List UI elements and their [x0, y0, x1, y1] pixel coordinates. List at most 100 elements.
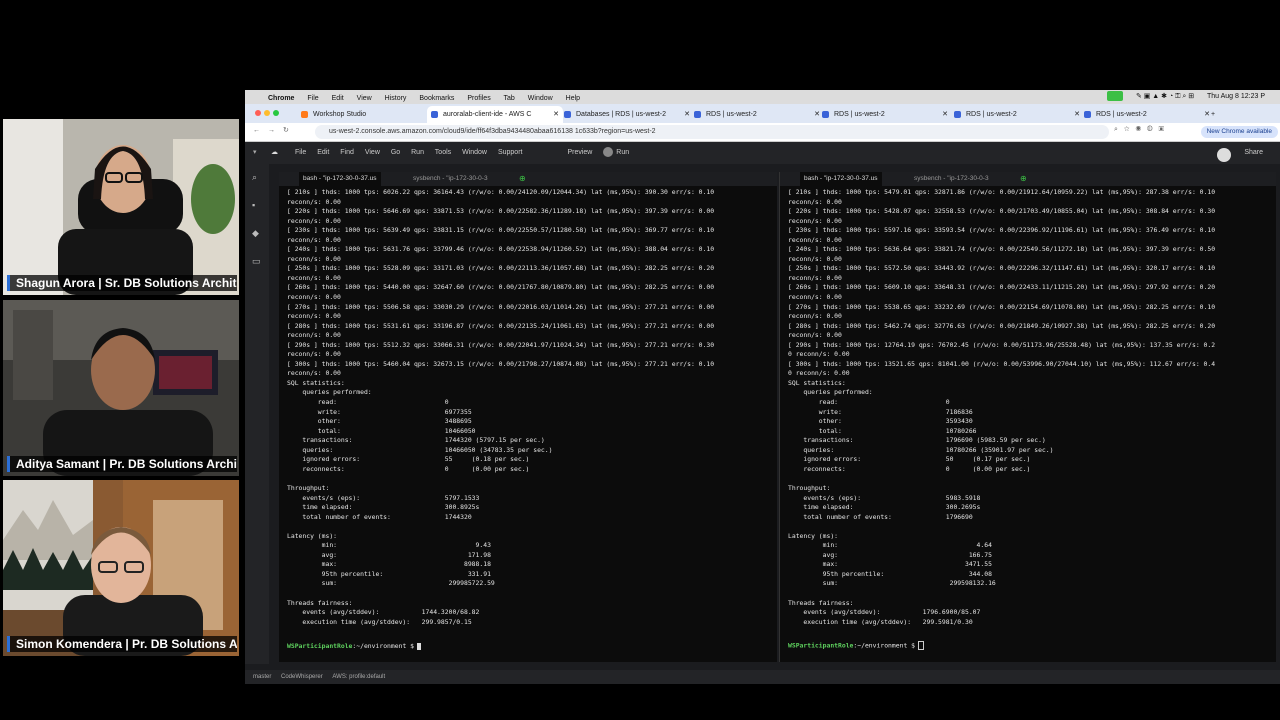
tab-title: RDS | us-west-2	[834, 111, 885, 118]
aws-profile-status[interactable]: AWS: profile:default	[332, 674, 385, 680]
files-icon[interactable]: ▪	[252, 200, 255, 210]
cursor	[416, 642, 421, 650]
git-branch[interactable]: master	[253, 674, 271, 680]
extension-icons[interactable]: ⌕☆◉◍▣	[1114, 126, 1170, 134]
terminal-tabs: bash - "ip-172-30-0-37.us sysbench - "ip…	[780, 172, 1276, 186]
menu-view[interactable]: View	[357, 95, 372, 102]
menu-profiles[interactable]: Profiles	[467, 95, 490, 102]
new-chrome-available-button[interactable]: New Chrome available	[1200, 126, 1278, 138]
menu-window[interactable]: Window	[528, 95, 553, 102]
ide-menu-find[interactable]: Find	[340, 149, 354, 156]
cloud9-ide: ▾ ☁ File Edit Find View Go Run Tools Win…	[245, 142, 1280, 684]
ide-menu-bar: ▾ ☁ File Edit Find View Go Run Tools Win…	[245, 142, 1280, 164]
browser-tab[interactable]: RDS | us-west-2 ✕	[1080, 106, 1214, 123]
workshop-favicon-icon	[301, 111, 308, 118]
new-terminal-icon[interactable]: ⊕	[1020, 172, 1027, 186]
terminal-prompt[interactable]: WSParticipantRole:~/environment $	[287, 642, 421, 650]
browser-tab[interactable]: RDS | us-west-2 ✕	[690, 106, 824, 123]
aws-favicon-icon	[1084, 111, 1091, 118]
terminal-tab-sysbench[interactable]: sysbench - "ip-172-30-0-3	[409, 172, 492, 186]
aws-icon[interactable]: ◆	[252, 228, 259, 239]
new-tab-button[interactable]: +	[1207, 106, 1231, 123]
aws-favicon-icon	[564, 111, 571, 118]
menu-bar-status: ✎ ▣ ▲ ✱ ◔ ⚿ ⌕ ⊞ Thu Aug 8 12:23 P	[1106, 90, 1276, 104]
address-bar-row: ←→↻ us-west-2.console.aws.amazon.com/clo…	[245, 123, 1280, 142]
preview-button[interactable]: Preview	[567, 149, 592, 156]
menu-history[interactable]: History	[385, 95, 407, 102]
zoom-window-icon[interactable]	[273, 110, 279, 116]
close-tab-icon[interactable]: ✕	[942, 106, 948, 123]
ide-menu-run[interactable]: Run	[411, 149, 424, 156]
collapse-icon[interactable]: ▾	[253, 142, 257, 164]
aws-favicon-icon	[954, 111, 961, 118]
browser-tab[interactable]: RDS | us-west-2 ✕	[818, 106, 952, 123]
tab-title: RDS | us-west-2	[706, 111, 757, 118]
menu-tab[interactable]: Tab	[504, 95, 515, 102]
nav-buttons[interactable]: ←→↻	[253, 126, 297, 134]
url-field[interactable]: us-west-2.console.aws.amazon.com/cloud9/…	[315, 125, 1109, 139]
video-call-icon[interactable]	[1106, 91, 1123, 102]
ide-menu-window[interactable]: Window	[462, 149, 487, 156]
minimize-window-icon[interactable]	[264, 110, 270, 116]
menu-file[interactable]: File	[307, 95, 318, 102]
debug-icon[interactable]: ▭	[252, 256, 261, 267]
terminal-prompt[interactable]: WSParticipantRole:~/environment $	[788, 641, 924, 650]
cursor	[917, 641, 924, 650]
terminal-output: [ 210s ] thds: 1000 tps: 6026.22 qps: 36…	[287, 188, 715, 626]
status-icons: ✎ ▣ ▲ ✱ ◔ ⚿ ⌕ ⊞	[1135, 93, 1195, 100]
browser-tab-active[interactable]: auroralab-client-ide - AWS C ✕	[427, 106, 563, 123]
menu-edit[interactable]: Edit	[332, 95, 344, 102]
participant-video-2	[3, 300, 239, 476]
tab-title: RDS | us-west-2	[966, 111, 1017, 118]
ide-menu-tools[interactable]: Tools	[435, 149, 451, 156]
codewhisperer-status[interactable]: CodeWhisperer	[281, 674, 323, 680]
tab-title: Databases | RDS | us-west-2	[576, 111, 667, 118]
tab-title: Workshop Studio	[313, 111, 367, 118]
terminal-tab-bash[interactable]: bash - "ip-172-30-0-37.us	[299, 172, 381, 186]
ide-sidebar: ⌕ ▪ ◆ ▭	[245, 164, 269, 664]
terminal-pane-left[interactable]: bash - "ip-172-30-0-37.us sysbench - "ip…	[279, 172, 777, 662]
terminal-tab-bash[interactable]: bash - "ip-172-30-0-37.us	[800, 172, 882, 186]
ide-status-bar: master CodeWhisperer AWS: profile:defaul…	[245, 670, 1280, 684]
run-button[interactable]: Run	[616, 149, 629, 156]
terminal-tabs: bash - "ip-172-30-0-37.us sysbench - "ip…	[279, 172, 777, 186]
close-tab-icon[interactable]: ✕	[553, 106, 559, 123]
window-controls	[255, 110, 282, 118]
prompt-role: WSParticipantRole	[287, 642, 353, 650]
browser-tab[interactable]: Workshop Studio	[297, 106, 423, 123]
menu-help[interactable]: Help	[566, 95, 580, 102]
participant-tile-3[interactable]: Simon Komendera | Pr. DB Solutions A...	[3, 480, 239, 656]
prompt-path: :~/environment $	[352, 642, 414, 650]
aws-favicon-icon	[694, 111, 701, 118]
browser-tab[interactable]: RDS | us-west-2 ✕	[950, 106, 1084, 123]
participant-name: Aditya Samant | Pr. DB Solutions Archi..…	[7, 456, 237, 472]
participant-tile-2[interactable]: Aditya Samant | Pr. DB Solutions Archi..…	[3, 300, 239, 476]
ide-menu-go[interactable]: Go	[391, 149, 400, 156]
terminal-pane-right[interactable]: bash - "ip-172-30-0-37.us sysbench - "ip…	[779, 172, 1276, 662]
menu-bookmarks[interactable]: Bookmarks	[419, 95, 454, 102]
terminal-tab-sysbench[interactable]: sysbench - "ip-172-30-0-3	[910, 172, 993, 186]
ide-menu-view[interactable]: View	[365, 149, 380, 156]
participant-tile-1[interactable]: Shagun Arora | Sr. DB Solutions Archit..…	[3, 119, 239, 295]
close-window-icon[interactable]	[255, 110, 261, 116]
aws-favicon-icon	[431, 111, 438, 118]
ide-menu-edit[interactable]: Edit	[317, 149, 329, 156]
run-icon[interactable]	[603, 147, 614, 158]
browser-tab-strip: Workshop Studio auroralab-client-ide - A…	[245, 104, 1280, 123]
ide-menu-support[interactable]: Support	[498, 149, 523, 156]
macos-menu-bar: Chrome File Edit View History Bookmarks …	[245, 90, 1280, 104]
avatar[interactable]	[1217, 148, 1231, 162]
prompt-role: WSParticipantRole	[788, 641, 854, 650]
search-icon[interactable]: ⌕	[252, 172, 257, 183]
participant-name: Shagun Arora | Sr. DB Solutions Archit..…	[7, 275, 237, 291]
prompt-path: :~/environment $	[853, 641, 915, 650]
menu-app-name[interactable]: Chrome	[268, 95, 294, 102]
menu-clock[interactable]: Thu Aug 8 12:23 P	[1207, 93, 1265, 100]
share-button[interactable]: Share	[1244, 142, 1263, 164]
participant-video-1	[3, 119, 239, 295]
new-terminal-icon[interactable]: ⊕	[519, 172, 526, 186]
tab-title: RDS | us-west-2	[1096, 111, 1147, 118]
browser-tab[interactable]: Databases | RDS | us-west-2 ✕	[560, 106, 694, 123]
ide-menu-file[interactable]: File	[295, 149, 306, 156]
cloud9-logo-icon: ☁	[271, 149, 278, 156]
